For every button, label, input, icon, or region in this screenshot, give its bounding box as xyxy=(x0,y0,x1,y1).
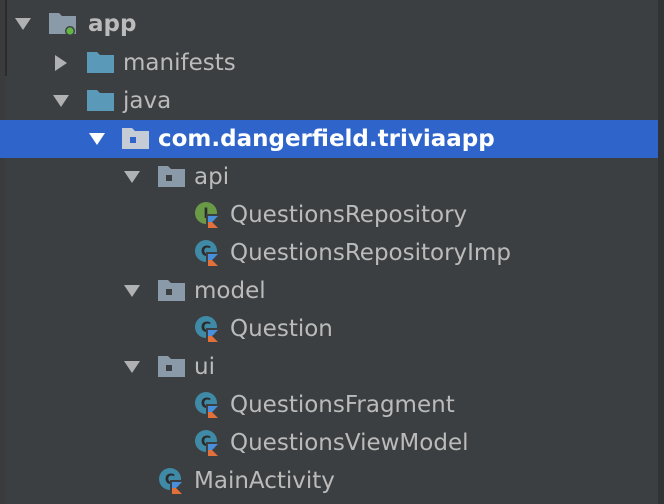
tree-item-questions-view-model[interactable]: C QuestionsViewModel xyxy=(0,424,658,462)
tree-item-package[interactable]: com.dangerfield.triviaapp xyxy=(0,120,658,158)
kotlin-class-icon: C xyxy=(193,239,223,267)
folder-icon xyxy=(86,49,116,77)
collapse-arrow-icon[interactable] xyxy=(52,44,72,82)
package-icon xyxy=(157,353,187,381)
tree-item-label: app xyxy=(88,11,137,37)
tree-item-label: ui xyxy=(194,354,215,380)
scrollbar-track[interactable] xyxy=(658,0,664,504)
tree-item-api[interactable]: api xyxy=(0,158,658,196)
source-folder-icon xyxy=(86,87,116,115)
tree-item-label: MainActivity xyxy=(194,468,335,494)
expand-arrow-icon[interactable] xyxy=(123,158,143,196)
tree-item-label: model xyxy=(194,278,266,304)
tree-item-ui[interactable]: ui xyxy=(0,348,658,386)
tree-item-question[interactable]: C Question xyxy=(0,310,658,348)
module-folder-icon xyxy=(48,10,78,38)
tree-item-app[interactable]: app xyxy=(0,5,658,43)
tree-item-label: java xyxy=(123,88,172,114)
tree-item-model[interactable]: model xyxy=(0,272,658,310)
tree-item-label: api xyxy=(194,164,230,190)
kotlin-class-icon: C xyxy=(193,429,223,457)
expand-arrow-icon[interactable] xyxy=(123,272,143,310)
tree-item-main-activity[interactable]: C MainActivity xyxy=(0,462,658,500)
tree-item-label: QuestionsViewModel xyxy=(230,430,469,456)
tree-item-java[interactable]: java xyxy=(0,82,658,120)
package-icon xyxy=(121,125,151,153)
kotlin-class-icon: C xyxy=(157,467,187,495)
tree-item-label: manifests xyxy=(123,50,236,76)
package-icon xyxy=(157,277,187,305)
expand-arrow-icon[interactable] xyxy=(88,120,108,158)
kotlin-class-icon: C xyxy=(193,391,223,419)
tree-item-questions-repository-imp[interactable]: C QuestionsRepositoryImp xyxy=(0,234,658,272)
tree-item-label: Question xyxy=(230,316,333,342)
tree-item-label: QuestionsRepositoryImp xyxy=(230,240,511,266)
tree-item-manifests[interactable]: manifests xyxy=(0,44,658,82)
kotlin-class-icon: C xyxy=(193,315,223,343)
expand-arrow-icon[interactable] xyxy=(14,5,34,43)
tree-item-questions-repository[interactable]: I QuestionsRepository xyxy=(0,196,658,234)
tree-item-label: QuestionsRepository xyxy=(230,202,468,228)
tree-item-label: QuestionsFragment xyxy=(230,392,455,418)
expand-arrow-icon[interactable] xyxy=(123,348,143,386)
kotlin-interface-icon: I xyxy=(193,201,223,229)
tree-item-questions-fragment[interactable]: C QuestionsFragment xyxy=(0,386,658,424)
package-icon xyxy=(157,163,187,191)
project-tree-panel: app manifests java com.dangerfield.trivi… xyxy=(0,0,664,504)
expand-arrow-icon[interactable] xyxy=(52,82,72,120)
tree-item-label: com.dangerfield.triviaapp xyxy=(158,126,495,152)
